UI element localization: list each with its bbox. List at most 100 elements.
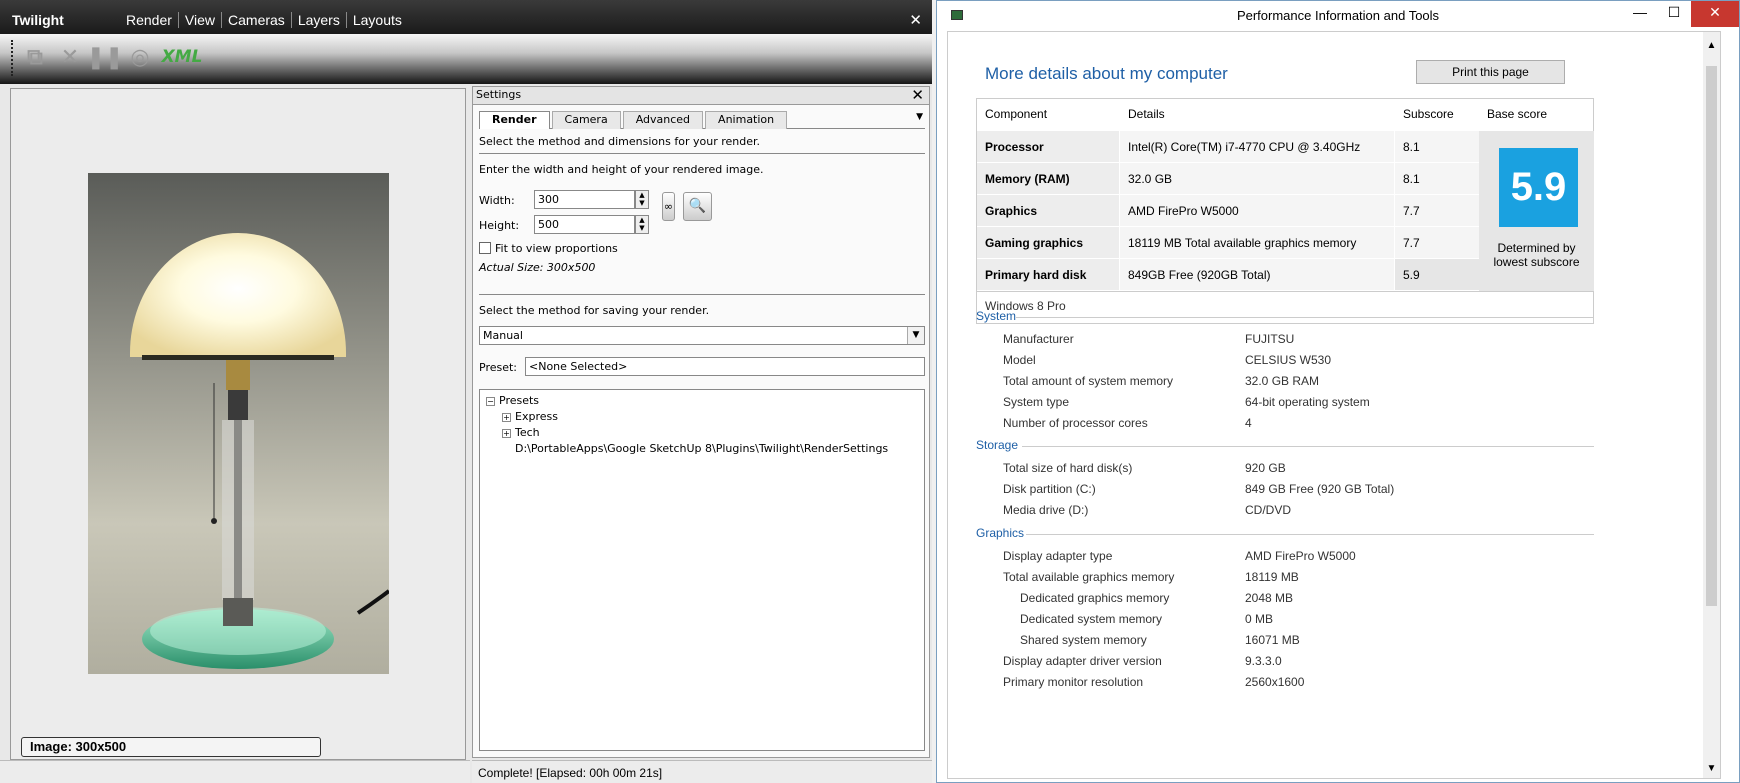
section-title: System bbox=[976, 309, 1017, 323]
minimize-icon[interactable]: — bbox=[1623, 1, 1657, 27]
info-value: 9.3.3.0 bbox=[1245, 654, 1282, 668]
image-size-status: Image: 300x500 bbox=[21, 737, 321, 757]
perf-content: More details about my computer Print thi… bbox=[947, 31, 1721, 779]
close-icon[interactable]: ✕ bbox=[1691, 1, 1739, 27]
width-label: Width: bbox=[479, 194, 515, 207]
subscore: 5.9 bbox=[1395, 259, 1487, 290]
expand-icon[interactable]: + bbox=[502, 428, 511, 438]
twilight-toolbar: ⧉ ✕ ❚❚ ◎ XML bbox=[0, 34, 932, 84]
info-label: Manufacturer bbox=[1003, 332, 1074, 346]
tab-animation[interactable]: Animation bbox=[705, 111, 788, 129]
actual-size-text: Actual Size: 300x500 bbox=[479, 261, 596, 274]
divider bbox=[977, 291, 1594, 292]
tab-advanced[interactable]: Advanced bbox=[622, 111, 704, 129]
expand-icon[interactable]: + bbox=[502, 412, 511, 422]
preset-label: Preset: bbox=[479, 361, 518, 374]
subscore: 7.7 bbox=[1395, 227, 1487, 258]
menu-render[interactable]: Render bbox=[120, 12, 179, 28]
dimensions-prompt: Enter the width and height of your rende… bbox=[479, 163, 764, 176]
twilight-window: Twilight Render View Cameras Layers Layo… bbox=[0, 0, 932, 783]
vertical-scrollbar[interactable]: ▲ ▼ bbox=[1703, 32, 1720, 778]
print-page-button[interactable]: Print this page bbox=[1416, 60, 1565, 84]
settings-title: Settings bbox=[476, 88, 522, 101]
menu-layers[interactable]: Layers bbox=[292, 12, 347, 28]
menu-layouts[interactable]: Layouts bbox=[347, 12, 408, 28]
info-label: Dedicated system memory bbox=[1020, 612, 1163, 626]
info-label: Number of processor cores bbox=[1003, 416, 1148, 430]
height-input[interactable]: 500 bbox=[534, 215, 635, 234]
divider bbox=[479, 294, 925, 295]
divider bbox=[479, 153, 925, 154]
status-bar-left bbox=[0, 760, 470, 783]
component-name: Processor bbox=[977, 131, 1119, 162]
twilight-title: Twilight bbox=[12, 12, 64, 28]
width-spinner[interactable]: ▲ ▼ bbox=[635, 190, 649, 209]
info-label: Model bbox=[1003, 353, 1036, 367]
save-method-prompt: Select the method for saving your render… bbox=[479, 304, 710, 317]
info-value: CELSIUS W530 bbox=[1245, 353, 1332, 367]
menu-cameras[interactable]: Cameras bbox=[222, 12, 292, 28]
info-value: 849 GB Free (920 GB Total) bbox=[1245, 482, 1395, 496]
header-base-score: Base score bbox=[1487, 107, 1548, 121]
fit-to-view-label: Fit to view proportions bbox=[495, 242, 618, 255]
zoom-icon[interactable]: 🔍 bbox=[683, 192, 712, 221]
section-system: System bbox=[976, 309, 1594, 323]
settings-tabs: Render Camera Advanced Animation ▼ bbox=[479, 111, 925, 129]
section-graphics: Graphics bbox=[976, 526, 1594, 540]
table-row: Processor Intel(R) Core(TM) i7-4770 CPU … bbox=[977, 131, 1487, 163]
preset-field[interactable]: <None Selected> bbox=[525, 357, 925, 376]
pause-icon[interactable]: ❚❚ bbox=[87, 42, 124, 72]
rendered-image bbox=[88, 173, 391, 674]
scroll-down-icon[interactable]: ▼ bbox=[1703, 763, 1720, 774]
header-details: Details bbox=[1128, 107, 1165, 121]
section-storage: Storage bbox=[976, 438, 1594, 452]
base-score-tile: 5.9 bbox=[1499, 148, 1578, 227]
info-label: Display adapter driver version bbox=[1003, 654, 1162, 668]
info-value: 2048 MB bbox=[1245, 591, 1294, 605]
menu-view[interactable]: View bbox=[179, 12, 223, 28]
render-icon[interactable]: ⧉ bbox=[20, 42, 50, 72]
link-aspect-icon[interactable]: ∞ bbox=[662, 192, 675, 221]
tab-menu-chevron-icon[interactable]: ▼ bbox=[916, 112, 923, 122]
chevron-down-icon[interactable]: ▼ bbox=[907, 327, 924, 344]
xml-export-icon[interactable]: XML bbox=[160, 42, 204, 72]
tree-node-path[interactable]: D:\PortableApps\Google SketchUp 8\Plugin… bbox=[515, 442, 888, 455]
tree-node-presets[interactable]: − Presets bbox=[486, 394, 539, 407]
info-label: Total available graphics memory bbox=[1003, 570, 1175, 584]
window-controls: — ☐ ✕ bbox=[1623, 1, 1739, 27]
component-name: Graphics bbox=[977, 195, 1119, 226]
height-spinner[interactable]: ▲ ▼ bbox=[635, 215, 649, 234]
settings-titlebar: Settings ✕ bbox=[473, 86, 929, 105]
info-value: CD/DVD bbox=[1245, 503, 1292, 517]
scroll-thumb[interactable] bbox=[1706, 66, 1717, 606]
width-input[interactable]: 300 bbox=[534, 190, 635, 209]
perf-titlebar: Performance Information and Tools — ☐ ✕ bbox=[937, 1, 1739, 29]
twilight-menu: Render View Cameras Layers Layouts bbox=[120, 12, 408, 28]
component-name: Gaming graphics bbox=[977, 227, 1119, 258]
collapse-icon[interactable]: − bbox=[486, 396, 495, 406]
info-value: 18119 MB bbox=[1245, 570, 1299, 584]
scroll-up-icon[interactable]: ▲ bbox=[1703, 40, 1720, 51]
cancel-render-icon[interactable]: ✕ bbox=[55, 42, 85, 72]
tab-render[interactable]: Render bbox=[479, 111, 550, 129]
tree-node-tech[interactable]: + Tech bbox=[502, 426, 540, 439]
component-details: 32.0 GB bbox=[1120, 163, 1394, 194]
performance-window: Performance Information and Tools — ☐ ✕ … bbox=[936, 0, 1740, 783]
tree-node-express[interactable]: + Express bbox=[502, 410, 558, 423]
settings-close-icon[interactable]: ✕ bbox=[911, 86, 924, 104]
refresh-icon[interactable]: ◎ bbox=[125, 42, 155, 72]
twilight-close-icon[interactable]: ✕ bbox=[909, 11, 922, 29]
render-status-text: Complete! [Elapsed: 00h 00m 21s] bbox=[472, 760, 932, 783]
tab-camera[interactable]: Camera bbox=[551, 111, 621, 129]
info-label: Primary monitor resolution bbox=[1003, 675, 1144, 689]
page-title: More details about my computer bbox=[985, 64, 1228, 83]
save-method-select[interactable]: Manual bbox=[479, 326, 925, 345]
maximize-icon[interactable]: ☐ bbox=[1657, 1, 1691, 27]
info-label: Disk partition (C:) bbox=[1003, 482, 1096, 496]
fit-to-view-checkbox[interactable] bbox=[479, 242, 491, 254]
toolbar-grip[interactable] bbox=[11, 40, 15, 76]
table-row: Primary hard disk 849GB Free (920GB Tota… bbox=[977, 259, 1487, 291]
settings-panel: Settings ✕ Render Camera Advanced Animat… bbox=[472, 86, 930, 758]
component-name: Memory (RAM) bbox=[977, 163, 1119, 194]
info-value: 32.0 GB RAM bbox=[1245, 374, 1320, 388]
